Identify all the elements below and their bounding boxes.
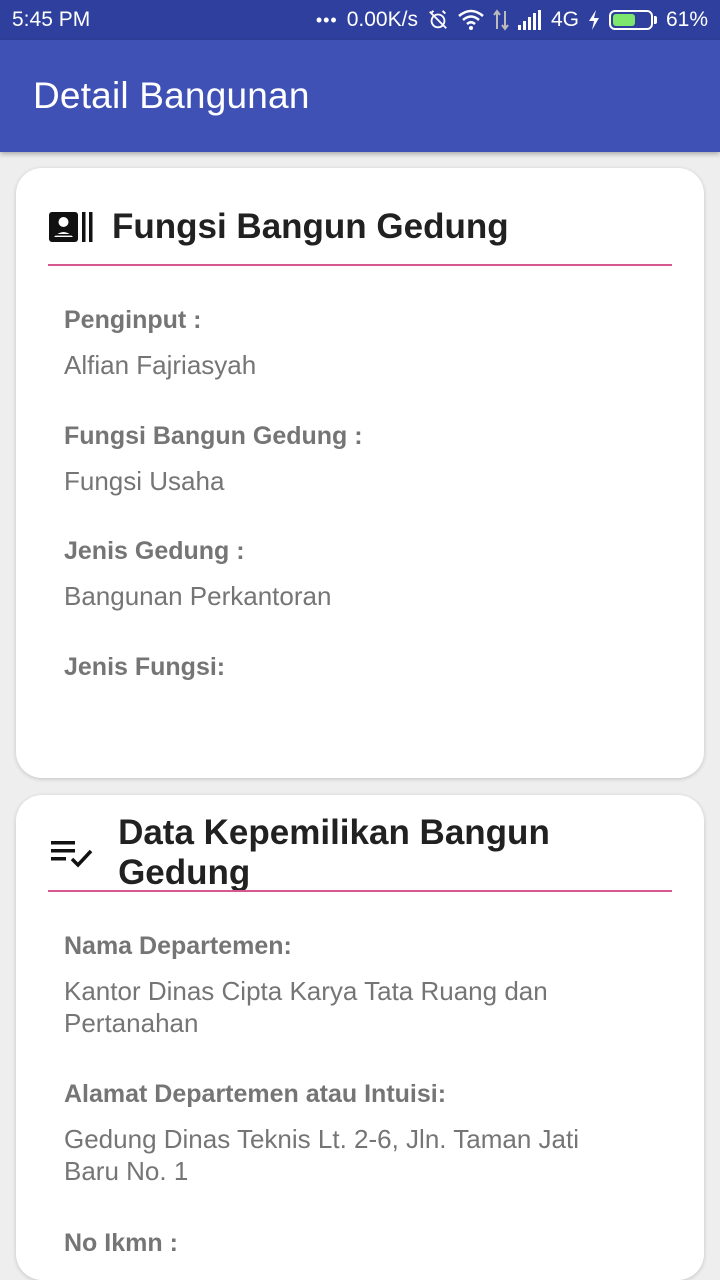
field-no-ikmn: No Ikmn : <box>64 1227 656 1259</box>
field-penginput: Penginput : Alfian Fajriasyah <box>64 304 656 381</box>
status-time: 5:45 PM <box>12 8 91 31</box>
network-speed: 0.00K/s <box>346 8 418 31</box>
field-value: Bangunan Perkantoran <box>64 581 332 611</box>
network-type: 4G <box>550 8 579 31</box>
signal-icon <box>517 10 542 30</box>
field-fungsi: Fungsi Bangun Gedung : Fungsi Usaha <box>64 420 656 497</box>
card-title: Data Kepemilikan Bangun Gedung <box>118 813 550 892</box>
battery-percent: 61% <box>665 8 708 31</box>
field-label: Jenis Gedung : <box>64 537 245 565</box>
field-value-line: Kantor Dinas Cipta Karya Tata Ruang dan <box>64 976 548 1006</box>
card-title: Fungsi Bangun Gedung <box>112 207 509 246</box>
field-label: Alamat Departemen atau Intuisi: <box>64 1080 447 1108</box>
card-header: Data Kepemilikan Bangun Gedung <box>48 813 672 892</box>
field-label: No Ikmn : <box>64 1229 178 1257</box>
playlist-check-icon <box>48 833 102 873</box>
field-nama-departemen: Nama Departemen: Kantor Dinas Cipta Kary… <box>64 930 656 1039</box>
field-label: Penginput : <box>64 306 202 334</box>
field-label: Nama Departemen: <box>64 932 292 960</box>
field-value-line: Baru No. 1 <box>64 1156 189 1186</box>
field-label: Fungsi Bangun Gedung : <box>64 422 363 450</box>
alarm-off-icon <box>427 9 449 31</box>
field-jenis-fungsi: Jenis Fungsi: <box>64 651 656 696</box>
field-value: Kantor Dinas Cipta Karya Tata Ruang dan … <box>64 975 656 1039</box>
contact-card-icon <box>48 207 104 247</box>
status-bar: 5:45 PM ••• 0.00K/s 4G 61% <box>0 0 720 40</box>
field-label: Jenis Fungsi: <box>64 653 226 681</box>
divider <box>48 890 672 892</box>
battery-fill <box>612 14 635 26</box>
field-value: Alfian Fajriasyah <box>64 350 257 380</box>
field-jenis-gedung: Jenis Gedung : Bangunan Perkantoran <box>64 535 656 612</box>
app-bar: Detail Bangunan <box>0 40 720 152</box>
data-transfer-icon <box>493 9 509 31</box>
card-header: Fungsi Bangun Gedung <box>48 203 672 251</box>
charging-bolt-icon <box>588 10 600 30</box>
divider <box>48 264 672 266</box>
field-value: Gedung Dinas Teknis Lt. 2-6, Jln. Taman … <box>64 1123 656 1187</box>
wifi-icon <box>458 9 484 31</box>
fungsi-card: Fungsi Bangun Gedung Penginput : Alfian … <box>16 168 704 778</box>
page-title: Detail Bangunan <box>33 75 310 116</box>
kepemilikan-card: Data Kepemilikan Bangun Gedung Nama Depa… <box>16 795 704 1280</box>
field-value-line: Gedung Dinas Teknis Lt. 2-6, Jln. Taman … <box>64 1124 579 1154</box>
field-value-line: Pertanahan <box>64 1008 199 1038</box>
more-dots-icon: ••• <box>315 9 338 30</box>
battery-icon <box>608 10 657 30</box>
field-alamat-departemen: Alamat Departemen atau Intuisi: Gedung D… <box>64 1078 656 1187</box>
field-value: Fungsi Usaha <box>64 466 225 496</box>
